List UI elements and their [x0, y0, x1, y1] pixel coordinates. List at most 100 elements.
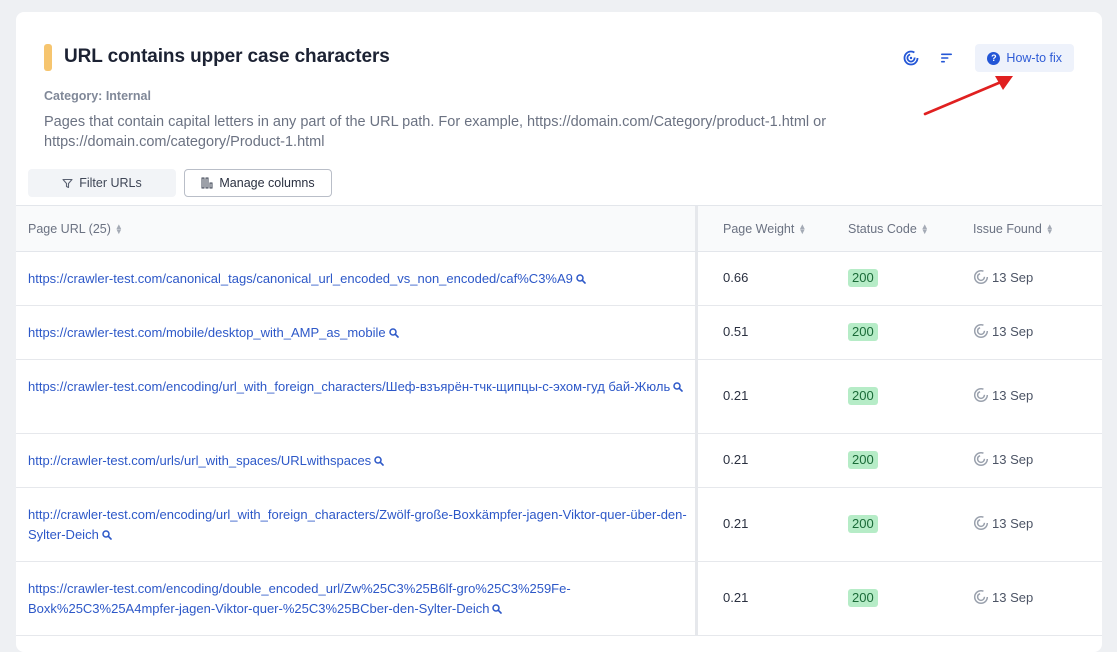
cell-issue-found: 13 Sep — [973, 323, 1033, 339]
column-header-page-url[interactable]: Page URL (25) ▲ ▼ — [28, 206, 123, 252]
crawl-spiral-icon — [973, 451, 989, 467]
cell-issue-found: 13 Sep — [973, 269, 1033, 285]
filter-urls-label: Filter URLs — [79, 176, 142, 190]
how-to-fix-button[interactable]: ? How-to fix — [975, 44, 1074, 72]
cell-page-weight: 0.21 — [723, 452, 749, 467]
table-body: https://crawler-test.com/canonical_tags/… — [16, 252, 1102, 636]
how-to-fix-label: How-to fix — [1006, 51, 1062, 65]
status-badge: 200 — [848, 269, 878, 287]
column-header-label: Page URL (25) — [28, 222, 111, 236]
cell-status-code: 200 — [848, 515, 878, 533]
column-divider — [695, 562, 698, 635]
crawl-spiral-icon — [973, 589, 989, 605]
cell-page-weight: 0.51 — [723, 324, 749, 339]
column-divider — [695, 434, 698, 487]
magnifier-icon[interactable] — [102, 530, 112, 540]
crawl-spiral-icon — [973, 515, 989, 531]
manage-columns-button[interactable]: Manage columns — [184, 169, 332, 197]
status-badge: 200 — [848, 589, 878, 607]
sort-lines-icon — [941, 53, 953, 63]
issue-card: URL contains upper case characters Categ… — [16, 12, 1102, 652]
issue-title: URL contains upper case characters — [64, 46, 390, 67]
column-resize-handle[interactable] — [695, 206, 698, 251]
column-divider — [695, 360, 698, 433]
cell-page-url: http://crawler-test.com/urls/url_with_sp… — [28, 451, 688, 471]
table-toolbar: Filter URLs Manage columns — [28, 169, 332, 197]
cell-issue-found: 13 Sep — [973, 515, 1033, 531]
column-header-label: Status Code — [848, 222, 917, 236]
cell-issue-found: 13 Sep — [973, 589, 1033, 605]
cell-page-url: https://crawler-test.com/encoding/url_wi… — [28, 377, 688, 397]
question-icon: ? — [987, 51, 1001, 65]
cell-issue-found: 13 Sep — [973, 387, 1033, 403]
crawl-button[interactable] — [897, 44, 925, 72]
table-row: https://crawler-test.com/mobile/desktop_… — [16, 306, 1102, 360]
issue-category: Category: Internal — [44, 89, 151, 103]
filter-funnel-icon — [62, 178, 73, 188]
sort-button[interactable] — [933, 44, 961, 72]
table-row: https://crawler-test.com/encoding/url_wi… — [16, 360, 1102, 434]
table-row: http://crawler-test.com/urls/url_with_sp… — [16, 434, 1102, 488]
status-badge: 200 — [848, 387, 878, 405]
page-url-link[interactable]: https://crawler-test.com/encoding/url_wi… — [28, 379, 670, 394]
filter-urls-button[interactable]: Filter URLs — [28, 169, 176, 197]
sort-arrows-icon: ▲ ▼ — [114, 222, 123, 236]
page-url-link[interactable]: https://crawler-test.com/mobile/desktop_… — [28, 325, 386, 340]
table-row: https://crawler-test.com/encoding/double… — [16, 562, 1102, 636]
table-row: https://crawler-test.com/canonical_tags/… — [16, 252, 1102, 306]
cell-status-code: 200 — [848, 269, 878, 287]
cell-status-code: 200 — [848, 387, 878, 405]
sort-arrows-icon: ▲ ▼ — [1045, 222, 1054, 236]
sort-arrows-icon: ▲ ▼ — [798, 222, 807, 236]
status-badge: 200 — [848, 451, 878, 469]
column-divider — [695, 488, 698, 561]
sort-arrows-icon: ▲ ▼ — [920, 222, 929, 236]
page-url-link[interactable]: https://crawler-test.com/canonical_tags/… — [28, 271, 573, 286]
cell-page-weight: 0.21 — [723, 516, 749, 531]
magnifier-icon[interactable] — [388, 328, 399, 338]
red-arrow-annotation — [923, 76, 1013, 116]
issue-found-date: 13 Sep — [992, 515, 1034, 531]
cell-issue-found: 13 Sep — [973, 451, 1033, 467]
column-header-status-code[interactable]: Status Code ▲ ▼ — [848, 206, 929, 252]
issue-found-date: 13 Sep — [992, 387, 1034, 403]
cell-page-url: https://crawler-test.com/mobile/desktop_… — [28, 323, 688, 343]
crawl-spiral-icon — [973, 269, 989, 285]
cell-status-code: 200 — [848, 451, 878, 469]
status-badge: 200 — [848, 515, 878, 533]
status-badge: 200 — [848, 323, 878, 341]
table-header: Page URL (25) ▲ ▼ Page Weight ▲ ▼ Status C… — [16, 205, 1102, 252]
issue-found-date: 13 Sep — [992, 269, 1034, 285]
page-url-link[interactable]: https://crawler-test.com/encoding/double… — [28, 581, 571, 616]
urls-table: Page URL (25) ▲ ▼ Page Weight ▲ ▼ Status C… — [16, 205, 1102, 636]
magnifier-icon[interactable] — [673, 382, 684, 392]
cell-page-weight: 0.21 — [723, 590, 749, 605]
column-header-label: Issue Found — [973, 222, 1042, 236]
columns-icon — [201, 177, 213, 189]
issue-found-date: 13 Sep — [992, 323, 1034, 339]
crawl-spiral-icon — [973, 387, 989, 403]
page-url-link[interactable]: http://crawler-test.com/encoding/url_wit… — [28, 507, 687, 542]
issue-severity-bar — [44, 44, 52, 71]
column-header-label: Page Weight — [723, 222, 795, 236]
crawl-spiral-icon — [904, 50, 919, 66]
magnifier-icon[interactable] — [492, 604, 503, 614]
page-url-link[interactable]: http://crawler-test.com/urls/url_with_sp… — [28, 453, 371, 468]
column-divider — [695, 306, 698, 359]
crawl-spiral-icon — [973, 323, 989, 339]
cell-status-code: 200 — [848, 323, 878, 341]
cell-page-weight: 0.21 — [723, 388, 749, 403]
magnifier-icon[interactable] — [374, 456, 384, 466]
cell-status-code: 200 — [848, 589, 878, 607]
column-header-page-weight[interactable]: Page Weight ▲ ▼ — [723, 206, 806, 252]
issue-description: Pages that contain capital letters in an… — [44, 114, 827, 150]
cell-page-url: https://crawler-test.com/encoding/double… — [28, 579, 688, 619]
table-row: http://crawler-test.com/encoding/url_wit… — [16, 488, 1102, 562]
column-divider — [695, 252, 698, 305]
header-actions: ? How-to fix — [897, 44, 1074, 72]
magnifier-icon[interactable] — [576, 274, 586, 284]
issue-found-date: 13 Sep — [992, 451, 1034, 467]
manage-columns-label: Manage columns — [219, 176, 315, 190]
cell-page-weight: 0.66 — [723, 270, 749, 285]
column-header-issue-found[interactable]: Issue Found ▲ ▼ — [973, 206, 1054, 252]
